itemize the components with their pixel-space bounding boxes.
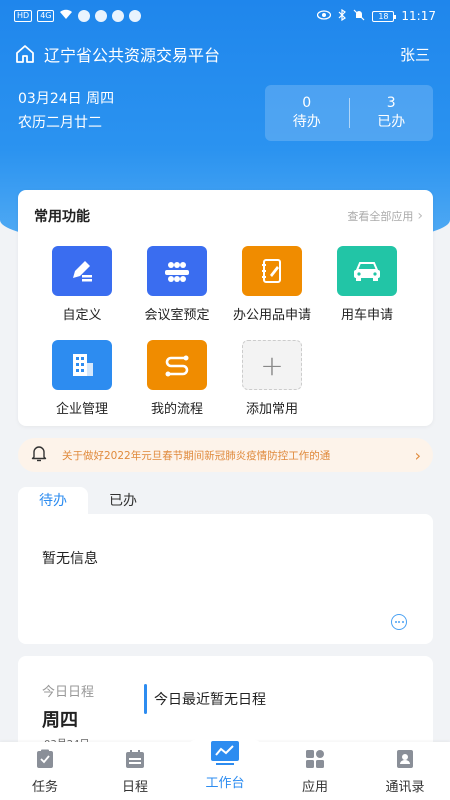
app-office-supplies[interactable]: 办公用品申请 [224,246,320,323]
chevron-right-icon: › [417,208,423,224]
task-icon [34,748,56,770]
app-add-common[interactable]: + 添加常用 [224,340,320,417]
tab-pending[interactable]: 待办 [18,487,88,515]
schedule-day: 周四 [42,710,78,731]
view-all-link[interactable]: 查看全部应用 › [347,208,423,224]
plus-icon: + [242,340,302,390]
building-icon [52,340,112,390]
view-all-label: 查看全部应用 [347,210,414,223]
notification-icon [78,10,91,22]
notice-text: 关于做好2022年元旦春节期间新冠肺炎疫情防控工作的通 [62,449,331,462]
status-bar: HD 4G 18 11:17 [0,0,450,32]
home-icon[interactable] [14,43,36,65]
app-label: 会议室预定 [144,308,210,323]
clock: 11:17 [401,9,436,23]
tab-contacts[interactable]: 通讯录 [370,748,440,795]
common-functions-card: 常用功能 查看全部应用 › 自定义 会议室预定 办公用品申请 用车申请 企业管理… [18,190,433,426]
tab-task[interactable]: 任务 [10,748,80,795]
edit-icon [52,246,112,296]
stat-done[interactable]: 3 已办 [350,94,434,132]
workbench-icon [210,740,240,766]
tab-label: 应用 [301,780,328,795]
page-title: 辽宁省公共资源交易平台 [44,46,221,65]
car-icon [337,246,397,296]
card-title: 常用功能 [34,209,90,225]
todo-panel: 暂无信息 [18,514,433,644]
contacts-icon [394,748,416,770]
tab-label: 工作台 [205,776,245,791]
meeting-icon [147,246,207,296]
tab-workbench[interactable]: 工作台 [190,740,260,791]
tab-done[interactable]: 已办 [88,487,158,515]
app-custom[interactable]: 自定义 [34,246,130,323]
todo-tabs: 待办 已办 [18,487,158,515]
tab-label: 日程 [121,780,148,795]
eye-icon [317,9,332,23]
schedule-empty-message: 今日最近暂无日程 [154,692,266,708]
stat-pending[interactable]: 0 待办 [265,94,349,132]
app-enterprise-management[interactable]: 企业管理 [34,340,130,417]
notebook-icon [242,246,302,296]
user-name[interactable]: 张三 [400,44,430,65]
chevron-right-icon: › [414,445,421,465]
calendar-icon [124,748,146,770]
app-header: 辽宁省公共资源交易平台 张三 [14,42,436,66]
more-icon[interactable] [391,614,407,630]
app-label: 自定义 [62,308,102,323]
notice-banner[interactable]: 关于做好2022年元旦春节期间新冠肺炎疫情防控工作的通 › [18,438,433,472]
schedule-accent-bar [144,684,147,714]
app-icon [129,10,142,22]
app-vehicle-request[interactable]: 用车申请 [319,246,415,323]
stat-pending-count: 0 [302,95,312,111]
stat-pending-label: 待办 [292,114,321,130]
tab-label: 通讯录 [385,780,425,795]
network-badge: 4G [37,10,55,22]
bell-icon [30,444,48,466]
app-label: 企业管理 [55,402,108,417]
mute-icon [353,9,365,24]
tab-label: 任务 [31,780,58,795]
message-icon [112,10,125,22]
app-meeting-room[interactable]: 会议室预定 [129,246,225,323]
tab-schedule[interactable]: 日程 [100,748,170,795]
apps-icon [304,748,326,770]
solar-date: 03月24日 周四 [18,91,115,107]
lunar-date: 农历二月廿二 [18,115,102,131]
security-icon [95,10,108,22]
schedule-label: 今日日程 [42,685,95,700]
hd-badge: HD [14,10,33,22]
app-label: 办公用品申请 [232,308,311,323]
flow-icon [147,340,207,390]
wifi-icon [59,9,73,23]
app-label: 我的流程 [150,402,203,417]
battery-icon: 18 [372,10,397,22]
app-my-workflow[interactable]: 我的流程 [129,340,225,417]
bluetooth-icon [338,8,347,24]
stat-done-count: 3 [386,95,396,111]
app-label: 添加常用 [245,402,298,417]
task-stats: 0 待办 3 已办 [265,85,433,141]
app-label: 用车申请 [340,308,393,323]
tab-apps[interactable]: 应用 [280,748,350,795]
empty-message: 暂无信息 [42,551,98,567]
stat-done-label: 已办 [377,114,406,130]
